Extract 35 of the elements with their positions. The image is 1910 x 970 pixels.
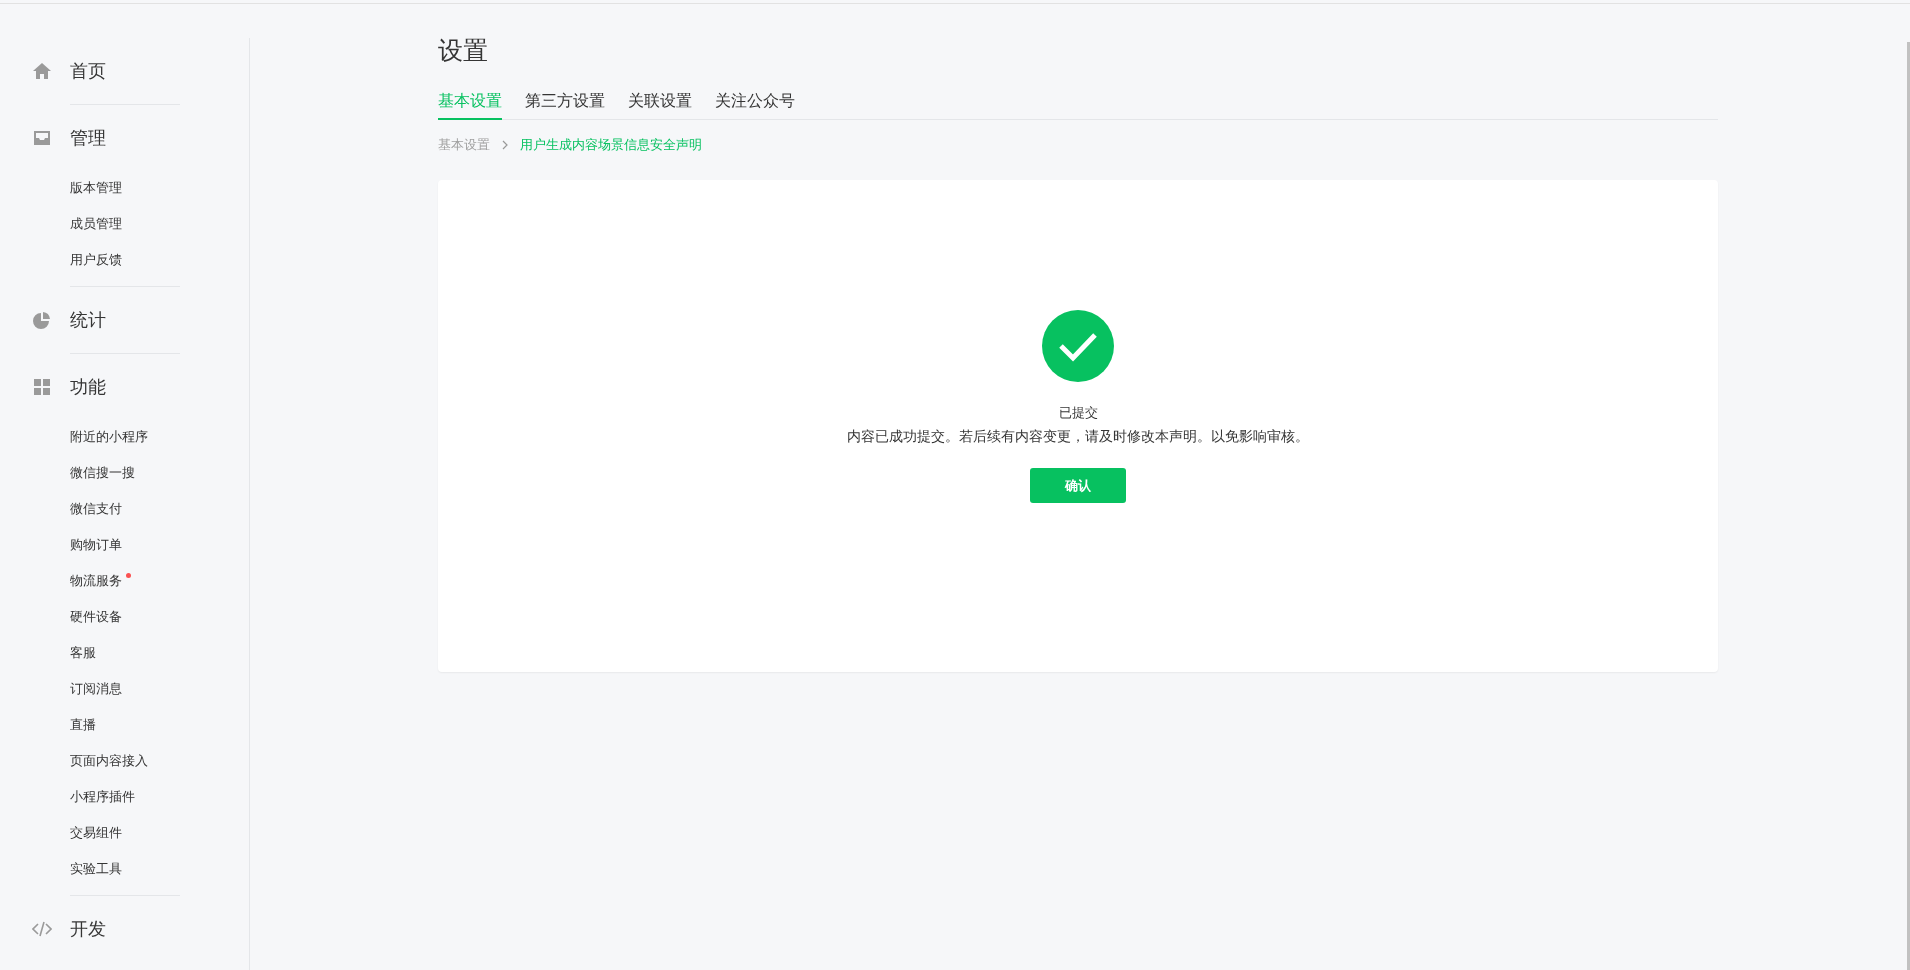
page-title: 设置 [438, 35, 489, 67]
sidebar-item[interactable]: 附近的小程序 [70, 428, 148, 446]
sidebar-item[interactable]: 实验工具 [70, 860, 122, 878]
sidebar-item[interactable]: 订阅消息 [70, 680, 122, 698]
tab[interactable]: 关联设置 [628, 91, 692, 120]
pie-chart-icon [32, 310, 52, 330]
code-icon [32, 919, 52, 939]
sidebar-item[interactable]: 成员管理 [70, 215, 122, 233]
sidebar-item[interactable]: 交易组件 [70, 824, 122, 842]
sidebar-group-link[interactable]: 开发 [70, 917, 106, 941]
sidebar-item[interactable]: 购物订单 [70, 536, 122, 554]
success-check-icon [1042, 310, 1114, 382]
sidebar-item[interactable]: 客服 [70, 644, 96, 662]
inbox-tray-icon [32, 128, 52, 148]
sidebar-item[interactable]: 硬件设备 [70, 608, 122, 626]
sidebar-group-link[interactable]: 管理 [70, 126, 106, 150]
sidebar-group-link[interactable]: 首页 [70, 59, 106, 83]
sidebar-item[interactable]: 用户反馈 [70, 251, 122, 269]
result-title: 已提交 [1058, 404, 1098, 422]
tab[interactable]: 第三方设置 [525, 91, 605, 120]
chevron-right-icon [500, 140, 510, 150]
sidebar-item[interactable]: 版本管理 [70, 179, 122, 197]
grid-icon [32, 377, 52, 397]
sidebar-group-link[interactable]: 功能 [70, 375, 106, 399]
sidebar-item[interactable]: 直播 [70, 716, 96, 734]
scrollbar[interactable] [1907, 42, 1910, 970]
sidebar-group-link[interactable]: 统计 [70, 308, 106, 332]
sidebar-item[interactable]: 微信搜一搜 [70, 464, 135, 482]
sidebar-item[interactable]: 页面内容接入 [70, 752, 148, 770]
result-message: 内容已成功提交。若后续有内容变更，请及时修改本声明。以免影响审核。 [847, 428, 1309, 446]
sidebar-item[interactable]: 微信支付 [70, 500, 122, 518]
sidebar-item[interactable]: 小程序插件 [70, 788, 135, 806]
sidebar-item[interactable]: 物流服务 [70, 572, 122, 590]
home-icon [32, 61, 52, 81]
tab[interactable]: 关注公众号 [715, 91, 795, 120]
